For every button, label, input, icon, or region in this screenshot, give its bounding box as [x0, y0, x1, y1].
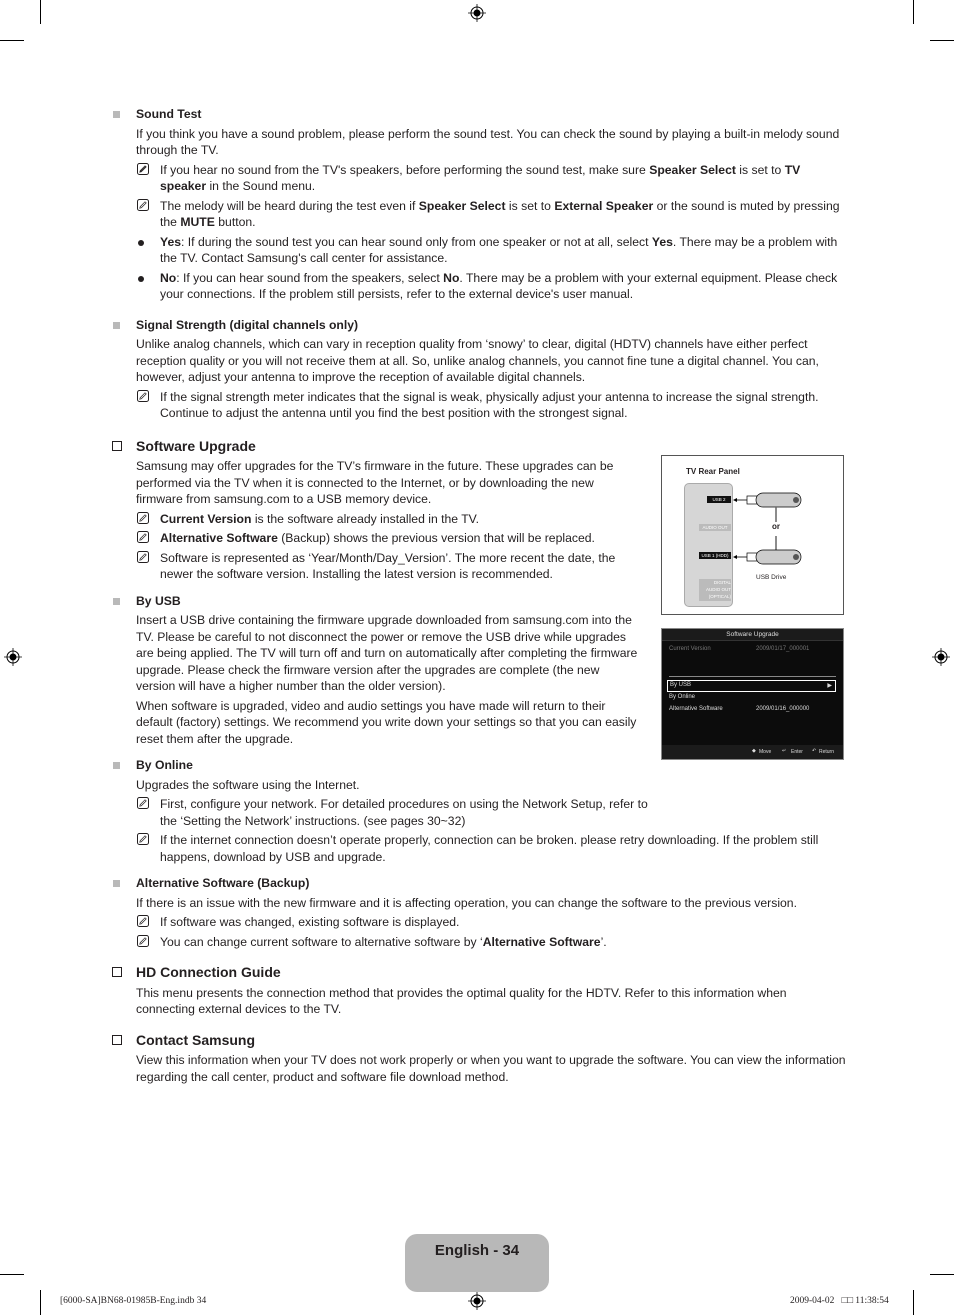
- registration-mark-icon: [4, 648, 22, 666]
- usb-drive-icon: [733, 492, 802, 565]
- note: The melody will be heard during the test…: [111, 198, 846, 231]
- note: Alternative Software (Backup) shows the …: [111, 530, 641, 547]
- crop-mark: [40, 0, 41, 24]
- note: If the signal strength meter indicates t…: [111, 389, 846, 422]
- enter-icon: ↵: [782, 748, 787, 754]
- heading-signal-strength: Signal Strength (digital channels only): [111, 317, 846, 334]
- heading-hd-connection-guide: HD Connection Guide: [111, 964, 846, 981]
- note-icon: [137, 833, 149, 845]
- usb-drive-label: USB Drive: [756, 574, 787, 581]
- crop-mark: [930, 1274, 954, 1275]
- square-bullet-icon: [113, 762, 120, 769]
- or-label: or: [772, 522, 780, 531]
- registration-mark-icon: [468, 1292, 486, 1310]
- checkbox-bullet-icon: [112, 967, 122, 977]
- arrow-right-icon: ▶: [827, 683, 832, 689]
- note: You can change current software to alter…: [111, 934, 846, 951]
- figure-title: TV Rear Panel: [686, 467, 740, 476]
- osd-item-by-usb[interactable]: By USB ▶: [667, 680, 836, 692]
- paragraph: View this information when your TV does …: [136, 1053, 846, 1084]
- paragraph: Upgrades the software using the Internet…: [136, 777, 360, 792]
- osd-alternative-value: 2009/01/16_000000: [756, 706, 810, 712]
- port-audio-out: AUDIO OUT: [699, 524, 731, 531]
- paragraph: If you think you have a sound problem, p…: [136, 126, 840, 158]
- note-icon: [137, 915, 149, 927]
- osd-current-version-value: 2009/01/17_000001: [756, 646, 810, 652]
- page-number-badge: English - 34: [405, 1234, 549, 1292]
- tv-rear-panel-figure: TV Rear Panel USB 2 AUDIO OUT USB 1 (HDD…: [661, 455, 844, 615]
- paragraph: This menu presents the connection method…: [136, 985, 787, 1017]
- square-bullet-icon: [113, 321, 120, 329]
- note-icon: [137, 162, 149, 175]
- crop-mark: [40, 1290, 41, 1315]
- port-usb2: USB 2: [707, 496, 731, 503]
- note: Software is represented as ‘Year/Month/D…: [111, 550, 641, 583]
- note-icon: [137, 934, 149, 947]
- paragraph: When software is upgraded, video and aud…: [136, 698, 637, 746]
- note: If software was changed, existing softwa…: [111, 914, 846, 931]
- note: If you hear no sound from the TV's speak…: [111, 162, 846, 195]
- port-usb1-hdd: USB 1 (HDD): [699, 552, 731, 559]
- checkbox-bullet-icon: [112, 1034, 122, 1045]
- move-icon: ◆: [752, 748, 756, 754]
- paragraph: Samsung may offer upgrades for the TV’s …: [136, 459, 614, 506]
- square-bullet-icon: [113, 880, 120, 887]
- note: If the internet connection doesn’t opera…: [111, 832, 846, 865]
- bullet-yes: Yes: If during the sound test you can he…: [111, 234, 846, 267]
- osd-item-alternative-software[interactable]: Alternative Software: [669, 706, 723, 712]
- heading-contact-samsung: Contact Samsung: [111, 1032, 846, 1049]
- return-icon: ↶: [812, 748, 817, 754]
- crop-mark: [930, 40, 954, 41]
- registration-mark-icon: [932, 648, 950, 666]
- software-upgrade-osd: Software Upgrade Current Version 2009/01…: [661, 628, 844, 760]
- bullet-no: No: If you can hear sound from the speak…: [111, 270, 846, 303]
- bullet-icon: [138, 275, 144, 282]
- note: Current Version is the software already …: [111, 511, 641, 528]
- note: First, configure your network. For detai…: [111, 796, 655, 829]
- note-icon: [137, 511, 149, 524]
- paragraph: Unlike analog channels, which can vary i…: [136, 337, 819, 384]
- paragraph: If there is an issue with the new firmwa…: [136, 895, 797, 910]
- osd-divider: [669, 676, 836, 677]
- checkbox-bullet-icon: [112, 440, 122, 451]
- osd-item-by-online[interactable]: By Online: [669, 694, 695, 700]
- osd-current-version-label: Current Version: [669, 646, 711, 652]
- footer-timestamp: 2009-04-02 □□ 11:38:54: [790, 1296, 889, 1306]
- crop-mark: [0, 40, 24, 41]
- note-icon: [137, 550, 149, 563]
- osd-footer: ◆ Move ↵ Enter ↶ Return: [662, 745, 843, 759]
- square-bullet-icon: [113, 111, 120, 118]
- square-bullet-icon: [113, 597, 120, 605]
- heading-sound-test: Sound Test: [111, 106, 846, 123]
- paragraph: Insert a USB drive containing the firmwa…: [136, 613, 638, 693]
- note-icon: [137, 797, 149, 809]
- bullet-icon: [138, 239, 144, 246]
- note-icon: [137, 389, 149, 402]
- registration-mark-icon: [468, 4, 486, 22]
- crop-mark: [913, 0, 914, 24]
- port-digital-audio-out: DIGITAL AUDIO OUT (OPTICAL): [699, 579, 731, 601]
- note-icon: [137, 198, 149, 211]
- crop-mark: [913, 1290, 914, 1315]
- footer-file-info: [6000-SA]BN68-01985B-Eng.indb 34: [60, 1296, 207, 1306]
- heading-software-upgrade: Software Upgrade: [111, 438, 846, 455]
- note-icon: [137, 531, 149, 543]
- heading-alternative-software: Alternative Software (Backup): [111, 875, 846, 892]
- osd-title: Software Upgrade: [662, 629, 843, 641]
- crop-mark: [0, 1274, 24, 1275]
